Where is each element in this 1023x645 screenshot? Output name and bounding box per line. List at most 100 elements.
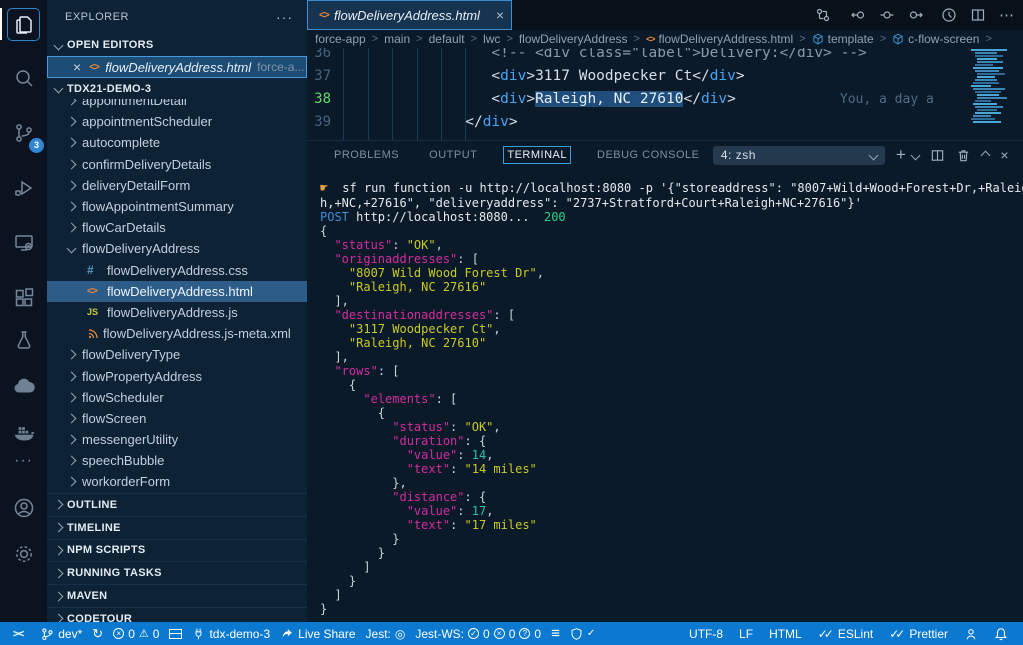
tree-item[interactable]: autocomplete bbox=[47, 132, 307, 153]
tree-item[interactable]: flowAppointmentSummary bbox=[47, 196, 307, 217]
tree-item[interactable]: confirmDeliveryDetails bbox=[47, 154, 307, 175]
jest-item[interactable]: Jest: ◎ bbox=[361, 627, 411, 641]
nav-back-icon[interactable] bbox=[850, 7, 866, 23]
sidebar-section-outline[interactable]: OUTLINE bbox=[47, 493, 307, 516]
breadcrumb-item[interactable]: template bbox=[812, 32, 874, 46]
sidebar-section-npm-scripts[interactable]: NPM SCRIPTS bbox=[47, 539, 307, 562]
open-editor-item[interactable]: × <> flowDeliveryAddress.html force-a... bbox=[47, 56, 307, 78]
encoding-item[interactable]: UTF-8 bbox=[684, 627, 728, 641]
run-timer-icon[interactable] bbox=[941, 7, 957, 23]
new-terminal-dropdown-icon[interactable] bbox=[911, 150, 921, 160]
tree-item[interactable]: workorderForm bbox=[47, 471, 307, 492]
close-panel-icon[interactable]: × bbox=[1000, 148, 1009, 162]
tree-item[interactable]: flowScreen bbox=[47, 408, 307, 429]
tree-item[interactable]: flowScheduler bbox=[47, 387, 307, 408]
explorer-icon[interactable] bbox=[7, 8, 40, 41]
terminal-line: "Raleigh, NC 27610" bbox=[320, 336, 1023, 350]
split-editor-icon[interactable] bbox=[970, 7, 986, 23]
minimap-line bbox=[975, 91, 1001, 93]
maximize-panel-icon[interactable] bbox=[981, 150, 991, 160]
search-icon[interactable] bbox=[7, 61, 40, 94]
tree-item[interactable]: flowPropertyAddress bbox=[47, 365, 307, 386]
tree-item[interactable]: flowDeliveryAddress.js-meta.xml bbox=[47, 323, 307, 344]
nav-forward-icon[interactable] bbox=[908, 7, 924, 23]
run-debug-icon[interactable] bbox=[7, 171, 40, 204]
tree-item[interactable]: flowDeliveryAddress bbox=[47, 238, 307, 259]
sidebar-section-running-tasks[interactable]: RUNNING TASKS bbox=[47, 561, 307, 584]
chevron-right-icon bbox=[67, 371, 77, 381]
extensions-icon[interactable] bbox=[7, 281, 40, 314]
tab-debug-console[interactable]: DEBUG CONSOLE bbox=[594, 147, 702, 163]
remote-explorer-icon[interactable] bbox=[7, 226, 40, 259]
salesforce-cloud-icon[interactable] bbox=[7, 369, 40, 402]
source-control-icon[interactable]: 3 bbox=[7, 116, 40, 149]
language-mode-item[interactable]: HTML bbox=[764, 627, 807, 641]
tree-item[interactable]: <>flowDeliveryAddress.html bbox=[47, 281, 307, 302]
trust-shield-item[interactable]: ✓ bbox=[565, 627, 600, 641]
account-icon[interactable] bbox=[7, 491, 40, 524]
eslint-item[interactable]: ✓✓ ESLint bbox=[813, 627, 878, 641]
explorer-more-actions-icon[interactable]: ··· bbox=[276, 9, 293, 25]
minimap-line bbox=[975, 79, 997, 81]
breadcrumb-item[interactable]: force-app bbox=[315, 32, 366, 46]
tab-terminal[interactable]: TERMINAL bbox=[504, 147, 570, 163]
sidebar-section-timeline[interactable]: TIMELINE bbox=[47, 516, 307, 539]
breadcrumb-item[interactable]: c-flow-screen bbox=[892, 32, 979, 46]
terminal-output[interactable]: ☛ sf run function -u http://localhost:80… bbox=[307, 169, 1023, 622]
more-actions-icon[interactable]: ⋯ bbox=[999, 6, 1015, 24]
breadcrumb-item[interactable]: <>flowDeliveryAddress.html bbox=[646, 32, 793, 46]
nav-current-icon[interactable] bbox=[879, 7, 895, 23]
close-icon[interactable]: × bbox=[73, 59, 81, 75]
terminal-token: : [ bbox=[436, 392, 458, 406]
tab-close-icon[interactable]: × bbox=[496, 7, 504, 23]
kill-terminal-icon[interactable] bbox=[956, 148, 971, 163]
problems-item[interactable]: × 0 ⚠ 0 bbox=[108, 627, 164, 641]
tree-item[interactable]: appointmentScheduler bbox=[47, 111, 307, 132]
workspace-header[interactable]: TDX21-DEMO-3 bbox=[47, 78, 307, 99]
terminal-line: "8007 Wild Wood Forest Dr", bbox=[320, 266, 1023, 280]
breadcrumb-item[interactable]: flowDeliveryAddress bbox=[519, 32, 628, 46]
breadcrumb-item[interactable]: lwc bbox=[483, 32, 500, 46]
open-editors-header[interactable]: OPEN EDITORS bbox=[47, 35, 307, 55]
terminal-token: : bbox=[450, 420, 464, 434]
tree-item[interactable]: flowDeliveryType bbox=[47, 344, 307, 365]
editor-layout-item[interactable] bbox=[164, 629, 187, 639]
eol-item[interactable]: LF bbox=[734, 627, 758, 641]
settings-gear-icon[interactable] bbox=[7, 537, 40, 570]
terminal-token: : [ bbox=[378, 364, 400, 378]
tree-item[interactable]: speechBubble bbox=[47, 450, 307, 471]
prettier-item[interactable]: ✓✓ Prettier bbox=[884, 627, 953, 641]
sidebar-section-codetour[interactable]: CODETOUR bbox=[47, 607, 307, 622]
notifications-bell-icon[interactable] bbox=[989, 627, 1013, 641]
breadcrumb-item[interactable]: default bbox=[429, 32, 465, 46]
tree-item[interactable]: JSflowDeliveryAddress.js bbox=[47, 302, 307, 323]
compare-changes-icon[interactable] bbox=[815, 7, 831, 23]
live-share-item[interactable]: Live Share bbox=[275, 627, 360, 641]
tree-item[interactable]: appointmentDetail bbox=[47, 98, 307, 111]
tab-problems[interactable]: PROBLEMS bbox=[331, 147, 402, 163]
remote-indicator[interactable]: >< bbox=[8, 627, 27, 640]
tab-output[interactable]: OUTPUT bbox=[426, 147, 480, 163]
code-editor[interactable]: 36 <!-- <div class="label">Delivery:</di… bbox=[307, 42, 1023, 140]
test-beaker-icon[interactable] bbox=[7, 323, 40, 356]
sidebar-section-maven[interactable]: MAVEN bbox=[47, 584, 307, 607]
jest-ws-item[interactable]: Jest-WS: ✓ 0 × 0 ? 0 bbox=[410, 627, 546, 641]
error-icon: × bbox=[113, 628, 124, 639]
new-terminal-icon[interactable]: + bbox=[896, 148, 906, 162]
sync-icon[interactable]: ↻ bbox=[87, 626, 108, 642]
tree-item[interactable]: flowCarDetails bbox=[47, 217, 307, 238]
minimap[interactable] bbox=[971, 46, 1013, 124]
explorer-header: EXPLORER ··· bbox=[47, 0, 307, 34]
tab-flowdeliveryaddress[interactable]: <> flowDeliveryAddress.html × bbox=[307, 0, 512, 30]
hamburger-icon[interactable]: ≡ bbox=[546, 625, 565, 642]
default-org-item[interactable]: tdx-demo-3 bbox=[187, 626, 275, 641]
tree-item[interactable]: messengerUtility bbox=[47, 429, 307, 450]
split-terminal-icon[interactable] bbox=[930, 148, 945, 163]
feedback-icon[interactable] bbox=[959, 627, 983, 641]
tree-item[interactable]: #flowDeliveryAddress.css bbox=[47, 260, 307, 281]
git-branch-item[interactable]: dev* bbox=[35, 626, 87, 642]
tree-item[interactable]: deliveryDetailForm bbox=[47, 175, 307, 196]
terminal-shell-select[interactable]: 4: zsh bbox=[713, 146, 885, 165]
breadcrumb-item[interactable]: main bbox=[384, 32, 410, 46]
more-activity-icon[interactable]: ··· bbox=[7, 444, 40, 477]
